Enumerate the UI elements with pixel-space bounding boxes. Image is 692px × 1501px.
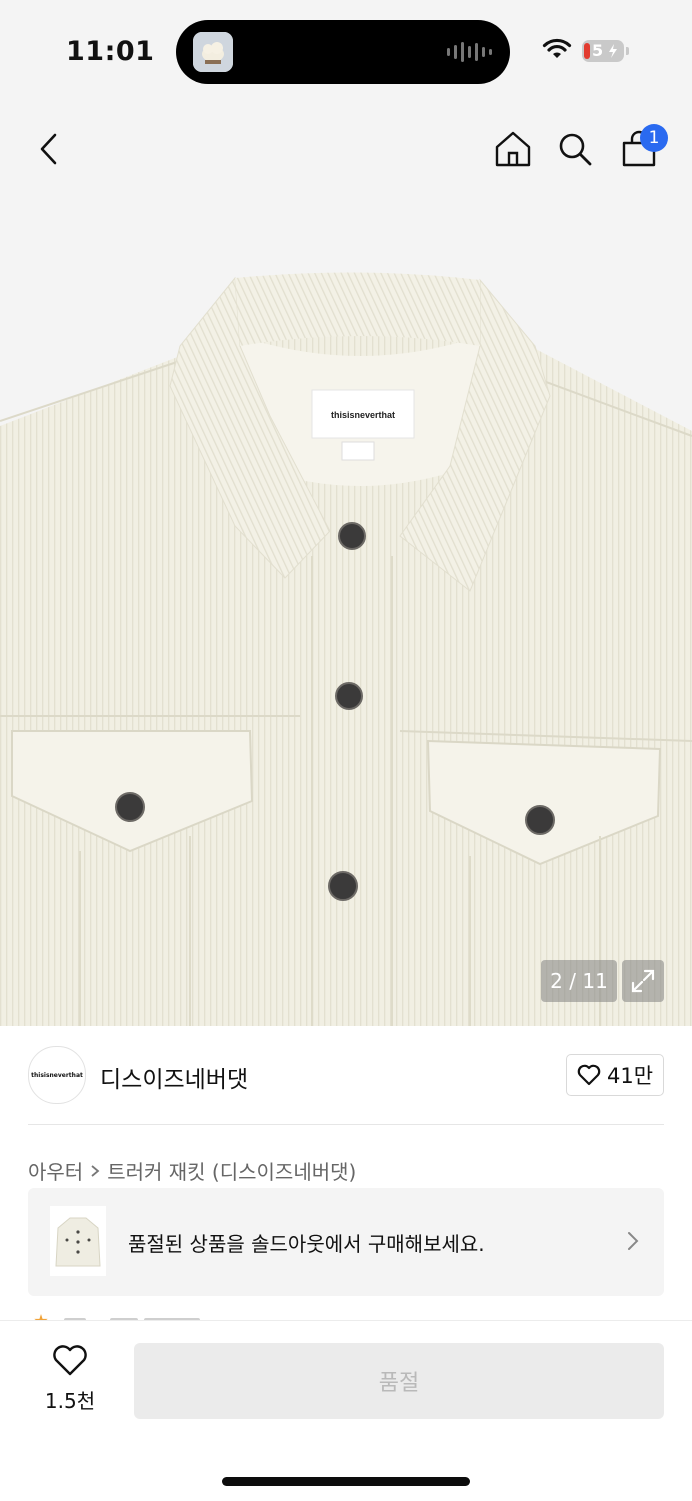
wifi-icon bbox=[542, 38, 572, 64]
battery-nub bbox=[626, 47, 629, 55]
status-bar: 11:01 5 bbox=[0, 0, 692, 104]
heart-icon bbox=[53, 1345, 87, 1376]
brand-like-button[interactable]: 41만 bbox=[566, 1054, 664, 1096]
brand-logo-text: thisisneverthat bbox=[31, 1071, 83, 1079]
chevron-right-icon bbox=[626, 1230, 640, 1256]
back-icon bbox=[40, 133, 57, 165]
battery-icon: 5 bbox=[582, 40, 624, 62]
wishlist-button[interactable]: 1.5천 bbox=[30, 1345, 110, 1415]
soldout-product-thumbnail bbox=[50, 1206, 106, 1276]
garment-label-text: thisisneverthat bbox=[331, 410, 395, 420]
battery-level-indicator bbox=[584, 43, 590, 59]
heart-icon bbox=[577, 1064, 601, 1086]
divider bbox=[28, 1124, 664, 1125]
home-icon bbox=[495, 131, 531, 167]
home-button[interactable] bbox=[488, 124, 538, 174]
product-image: thisisneverthat bbox=[0, 272, 692, 1026]
battery-level: 5 bbox=[592, 41, 604, 60]
search-button[interactable] bbox=[550, 124, 600, 174]
soldout-button[interactable]: 품절 bbox=[134, 1343, 664, 1419]
home-indicator[interactable] bbox=[222, 1477, 470, 1486]
brand-logo[interactable]: thisisneverthat bbox=[28, 1046, 86, 1104]
soldout-banner-text: 품절된 상품을 솔드아웃에서 구매해보세요. bbox=[128, 1232, 485, 1256]
breadcrumb-category[interactable]: 아우터 bbox=[28, 1156, 83, 1185]
expand-image-button[interactable] bbox=[622, 960, 664, 1002]
expand-icon bbox=[631, 969, 655, 993]
chevron-right-icon bbox=[91, 1164, 100, 1177]
breadcrumb: 아우터 트러커 재킷 (디스이즈네버댓) bbox=[28, 1156, 356, 1185]
search-icon bbox=[559, 133, 592, 166]
brand-like-count: 41만 bbox=[606, 1064, 654, 1088]
breadcrumb-product[interactable]: 트러커 재킷 (디스이즈네버댓) bbox=[107, 1156, 356, 1185]
top-navigation: 1 bbox=[0, 104, 692, 196]
brand-name[interactable]: 디스이즈네버댓 bbox=[100, 1060, 248, 1094]
cart-button[interactable]: 1 bbox=[614, 124, 668, 174]
now-playing-thumbnail bbox=[193, 32, 233, 72]
soldout-banner[interactable]: 품절된 상품을 솔드아웃에서 구매해보세요. bbox=[28, 1188, 664, 1296]
status-time: 11:01 bbox=[66, 36, 155, 67]
product-image-gallery[interactable]: thisisneverthat 2 / 11 bbox=[0, 196, 692, 1026]
bottom-action-bar: 1.5천 품절 bbox=[0, 1320, 692, 1501]
wishlist-count: 1.5천 bbox=[44, 1389, 96, 1413]
cart-count-badge: 1 bbox=[640, 124, 668, 152]
charging-icon bbox=[609, 44, 617, 58]
brand-row[interactable]: thisisneverthat 디스이즈네버댓 41만 bbox=[28, 1046, 664, 1104]
audio-wave-icon bbox=[447, 42, 492, 62]
dynamic-island[interactable] bbox=[176, 20, 510, 84]
image-counter: 2 / 11 bbox=[541, 960, 617, 1002]
back-button[interactable] bbox=[24, 124, 74, 174]
